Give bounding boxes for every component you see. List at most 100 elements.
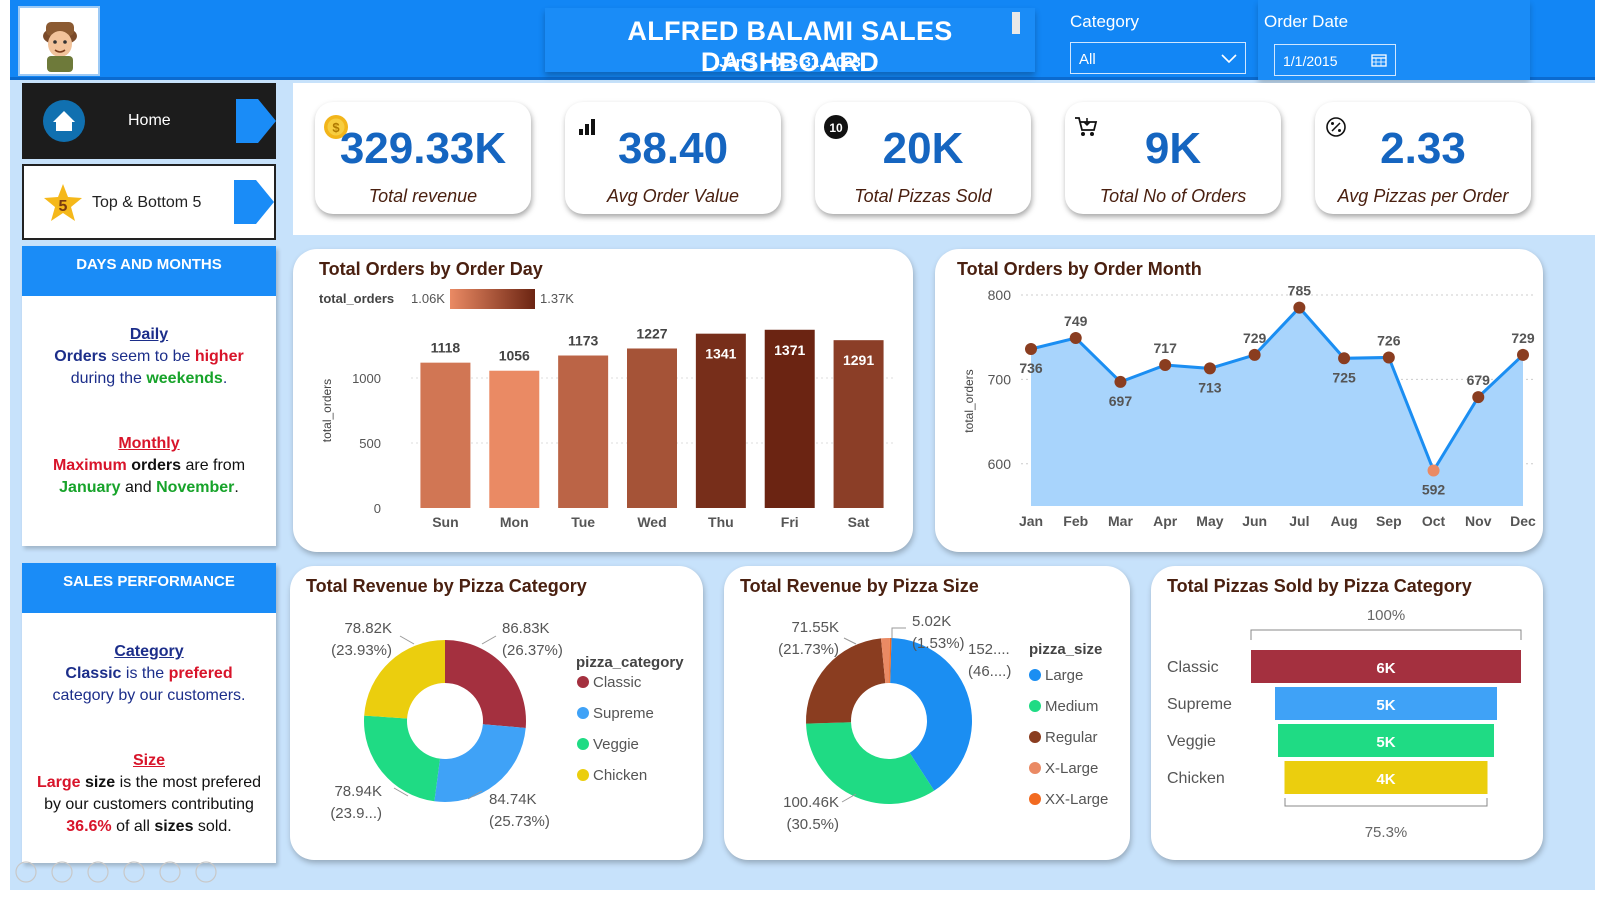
slice-value-label: 5.02K <box>912 613 951 630</box>
data-point <box>1382 351 1395 364</box>
nav-home-button[interactable]: Home <box>22 83 276 159</box>
next-slide-icon[interactable] <box>51 861 73 883</box>
bar <box>489 370 540 508</box>
data-label: 1371 <box>774 342 805 358</box>
days-months-card: DAYS AND MONTHS Daily Orders seem to be … <box>22 246 276 546</box>
legend-label: Veggie <box>593 736 639 753</box>
data-point <box>1069 332 1082 345</box>
legend-title: total_orders <box>319 291 394 306</box>
kpi-value: 2.33 <box>1380 124 1466 173</box>
size-text-percent: 36.6% <box>66 818 112 835</box>
order-date-filter: Order Date 1/1/2015 <box>1258 0 1530 80</box>
data-point <box>1293 301 1306 314</box>
legend-color-scale <box>450 289 535 309</box>
pizzas-by-category-chart: 100% 6K Classic 5K Supreme 5K Veggie 4K Chicken 7… <box>1167 607 1522 841</box>
data-label: 1341 <box>705 346 736 362</box>
kpi-total-pizzas-sold: 10 20K Total Pizzas Sold <box>815 102 1031 214</box>
legend-min: 1.06K <box>411 291 445 306</box>
x-tick-label: Jun <box>1242 513 1267 529</box>
funnel-top-bracket <box>1250 629 1522 640</box>
legend-title: pizza_size <box>1029 641 1102 658</box>
daily-text-weekends: weekends <box>146 370 223 387</box>
slice-percent-label: (30.5%) <box>786 816 839 833</box>
daily-text-orders: Orders <box>54 348 107 365</box>
data-label: 679 <box>1467 372 1491 388</box>
size-heading: Size <box>132 752 165 769</box>
slice-percent-label: (23.9...) <box>330 805 382 822</box>
daily-text: . <box>222 370 228 387</box>
monthly-text: . <box>234 479 239 496</box>
kpi-total-revenue: $ 329.33K Total revenue <box>315 102 531 214</box>
bar <box>627 348 677 508</box>
size-insight: Size Large size is the most prefered by … <box>22 750 276 838</box>
category-text: category by our customers. <box>52 687 246 704</box>
order-date-input[interactable]: 1/1/2015 <box>1274 44 1396 76</box>
slice-percent-label: (21.73%) <box>778 641 839 658</box>
daily-heading: Daily <box>129 326 169 343</box>
pen-icon[interactable] <box>87 861 109 883</box>
legend-marker <box>1029 762 1041 774</box>
daily-text: during the <box>70 370 147 387</box>
header-bar: ALFRED BALAMI SALES DASHBOARD Jan 1 - De… <box>10 0 1595 80</box>
kpi-value: 9K <box>1144 124 1202 173</box>
legend-marker <box>577 676 589 688</box>
monthly-text-november: November <box>156 479 235 496</box>
slice-percent-label: (23.93%) <box>331 642 392 659</box>
kpi-label: Avg Order Value <box>606 186 740 206</box>
data-label: 736 <box>1019 360 1043 376</box>
revenue-by-size-card: Total Revenue by Pizza Size 71.55K (21.73… <box>724 566 1130 860</box>
legend-marker <box>577 738 589 750</box>
legend-label: Medium <box>1045 698 1098 715</box>
legend-marker <box>577 769 589 781</box>
slice-percent-label: (1.53%) <box>912 635 965 652</box>
data-label: 4K <box>1376 771 1395 788</box>
legend-title: pizza_category <box>576 654 684 671</box>
x-tick-label: Feb <box>1063 513 1088 529</box>
data-point <box>1159 359 1172 372</box>
data-label: 697 <box>1109 393 1133 409</box>
arrow-right-icon <box>234 180 274 224</box>
legend-marker <box>1029 669 1041 681</box>
data-label: 785 <box>1288 283 1312 299</box>
bar <box>420 362 471 508</box>
size-text-size: size <box>80 774 116 791</box>
data-point <box>1203 362 1216 375</box>
category-dropdown-value: All <box>1079 51 1096 68</box>
slice-value-label: 100.46K <box>783 794 839 811</box>
monthly-text-maximum: Maximum <box>52 457 127 474</box>
more-icon[interactable] <box>195 861 217 883</box>
prev-slide-icon[interactable] <box>15 861 37 883</box>
x-tick-label: Jul <box>1289 513 1309 529</box>
title-panel: ALFRED BALAMI SALES DASHBOARD Jan 1 - De… <box>545 8 1035 77</box>
leader-line <box>481 635 497 645</box>
category-text: is the <box>121 665 169 682</box>
sales-performance-heading: SALES PERFORMANCE <box>22 563 276 613</box>
donut-slice <box>806 722 935 804</box>
slides-icon[interactable] <box>123 861 145 883</box>
x-tick-label: Thu <box>708 514 734 530</box>
nav-top-bottom-button[interactable]: 5 Top & Bottom 5 <box>22 164 276 240</box>
x-tick-label: Sep <box>1376 513 1402 529</box>
category-insight: Category Classic is the prefered categor… <box>22 641 276 707</box>
home-icon <box>43 100 85 142</box>
kpi-label: Total revenue <box>368 186 478 206</box>
x-tick-label: Wed <box>637 514 666 530</box>
avatar-icon <box>43 22 77 72</box>
slice-percent-label: (25.73%) <box>489 813 550 830</box>
category-dropdown[interactable]: All <box>1070 42 1246 74</box>
legend-label: Classic <box>593 674 642 691</box>
size-text: sold. <box>193 818 232 835</box>
y-tick-label: 600 <box>988 456 1012 472</box>
date-range: Jan 1 - Dec 31, 2023 <box>719 54 861 71</box>
x-tick-label: Sun <box>432 514 458 530</box>
kpi-avg-order-value: 38.40 Avg Order Value <box>565 102 781 214</box>
leader-line <box>399 635 415 645</box>
zoom-icon[interactable] <box>159 861 181 883</box>
calendar-icon[interactable] <box>1371 53 1387 67</box>
legend-marker <box>1029 700 1041 712</box>
data-point <box>1427 464 1440 477</box>
x-tick-label: Jan <box>1019 513 1043 529</box>
monthly-text: are from <box>181 457 246 474</box>
slice-value-label: 71.55K <box>791 619 839 636</box>
legend-label: Regular <box>1045 729 1098 746</box>
